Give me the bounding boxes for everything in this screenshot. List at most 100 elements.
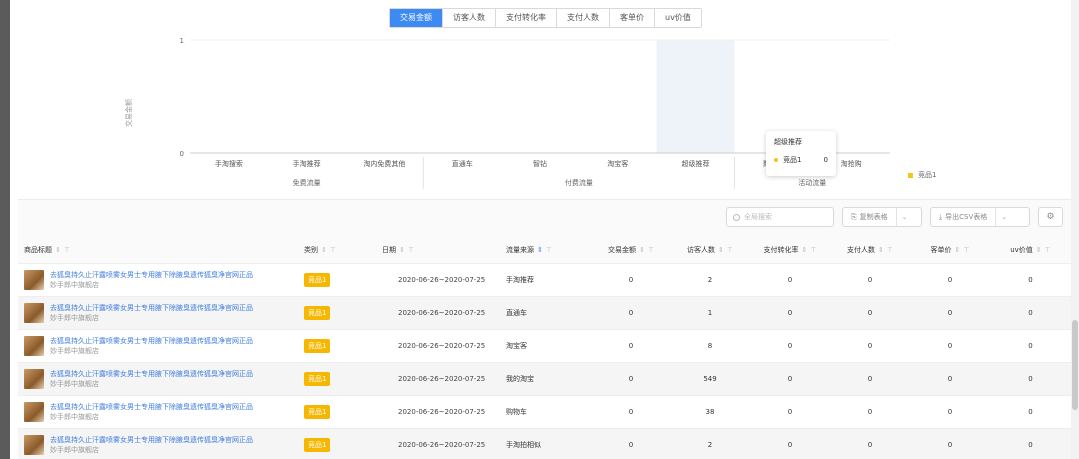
metric-tab-0[interactable]: 交易金额 (390, 9, 443, 27)
table-row[interactable]: 去狐臭持久止汗露喷雾女男士专用腋下除腋臭遗传狐臭净官网正品 妙手郎中旗舰店 竞品1 2… (18, 263, 1071, 297)
table-row[interactable]: 去狐臭持久止汗露喷雾女男士专用腋下除腋臭遗传狐臭净官网正品 妙手郎中旗舰店 竞品1 2… (18, 296, 1071, 330)
table-settings-button[interactable]: ⚙ (1038, 207, 1063, 227)
x-tick-label: 淘抢购 (841, 159, 862, 168)
global-search-input[interactable]: 全局搜索 (726, 207, 834, 227)
column-header[interactable]: 商品标题 ⇕ ⊤ (18, 238, 298, 264)
scrollbar-thumb[interactable] (1072, 320, 1078, 410)
uv-value-cell: 0 (990, 395, 1071, 429)
column-header[interactable]: 类别 ⇕ ⊤ (298, 238, 376, 264)
copy-table-label: 复制表格 (859, 213, 888, 221)
payers-cell: 0 (830, 428, 910, 459)
filter-icon[interactable]: ⊤ (887, 246, 893, 254)
aov-cell: 0 (910, 395, 990, 429)
table-row[interactable]: 去狐臭持久止汗露喷雾女男士专用腋下除腋臭遗传狐臭净官网正品 妙手郎中旗舰店 竞品1 2… (18, 362, 1071, 396)
aov-cell: 0 (910, 362, 990, 396)
filter-icon[interactable]: ⊤ (963, 246, 969, 254)
product-thumbnail (24, 368, 44, 389)
column-header[interactable]: 交易金额 ⇕ ⊤ (592, 238, 670, 264)
payers-cell: 0 (830, 362, 910, 396)
copy-table-button[interactable]: ⎘ 复制表格 ⌄ (842, 207, 922, 227)
filter-icon[interactable]: ⊤ (408, 246, 414, 254)
uv-value-cell: 0 (990, 329, 1071, 363)
sort-icon[interactable]: ⇕ (537, 246, 543, 254)
column-header[interactable]: 流量来源 ⇕ ⊤ (500, 238, 592, 264)
x-tick-label: 手淘搜索 (215, 159, 243, 168)
sort-icon[interactable]: ⇕ (55, 246, 61, 254)
metric-tab-5[interactable]: uv价值 (655, 9, 701, 27)
export-csv-button[interactable]: ⤓ 导出CSV表格 ⌄ (930, 207, 1030, 227)
left-edge-strip (0, 0, 10, 459)
chevron-down-icon[interactable]: ⌄ (897, 213, 913, 221)
column-header-label: 商品标题 (24, 246, 52, 255)
copy-icon: ⎘ (851, 212, 857, 221)
category-tag: 竞品1 (304, 272, 331, 287)
table-row[interactable]: 去狐臭持久止汗露喷雾女男士专用腋下除腋臭遗传狐臭净官网正品 妙手郎中旗舰店 竞品1 2… (18, 395, 1071, 429)
payers-cell: 0 (830, 395, 910, 429)
category-tag: 竞品1 (304, 338, 331, 353)
gear-icon: ⚙ (1046, 212, 1055, 222)
sort-icon[interactable]: ⇕ (321, 246, 327, 254)
sort-icon[interactable]: ⇕ (639, 246, 645, 254)
column-header-label: 支付转化率 (763, 246, 799, 255)
metric-tab-2[interactable]: 支付转化率 (496, 9, 557, 27)
column-header[interactable]: uv价值 ⇕ ⊤ (990, 238, 1071, 264)
table-row[interactable]: 去狐臭持久止汗露喷雾女男士专用腋下除腋臭遗传狐臭净官网正品 妙手郎中旗舰店 竞品1 2… (18, 329, 1071, 363)
download-icon: ⤓ (939, 212, 943, 221)
sort-icon[interactable]: ⇕ (878, 246, 884, 254)
vertical-scrollbar[interactable] (1071, 0, 1079, 459)
x-group-label: 免费流量 (293, 178, 321, 187)
column-header[interactable]: 支付转化率 ⇕ ⊤ (750, 238, 830, 264)
x-tick-label: 淘宝客 (607, 159, 628, 168)
filter-icon[interactable]: ⊤ (546, 246, 552, 254)
metric-tab-3[interactable]: 支付人数 (557, 9, 610, 27)
category-cell: 竞品1 (298, 329, 376, 363)
sort-icon[interactable]: ⇕ (399, 246, 405, 254)
product-title-link[interactable]: 去狐臭持久止汗露喷雾女男士专用腋下除腋臭遗传狐臭净官网正品 (50, 303, 253, 313)
column-header-label: 交易金额 (608, 246, 636, 255)
product-thumbnail (24, 335, 44, 356)
tooltip-title: 超级推荐 (774, 138, 802, 146)
visitors-cell: 1 (670, 296, 750, 330)
sort-icon[interactable]: ⇕ (1036, 246, 1042, 254)
product-title-link[interactable]: 去狐臭持久止汗露喷雾女男士专用腋下除腋臭遗传狐臭净官网正品 (50, 369, 253, 379)
traffic-source-cell: 购物车 (500, 395, 592, 429)
filter-icon[interactable]: ⊤ (1045, 246, 1051, 254)
conversion-cell: 0 (750, 428, 830, 459)
filter-icon[interactable]: ⊤ (64, 246, 70, 254)
amount-cell: 0 (592, 395, 670, 429)
product-title-link[interactable]: 去狐臭持久止汗露喷雾女男士专用腋下除腋臭遗传狐臭净官网正品 (50, 336, 253, 346)
product-title-link[interactable]: 去狐臭持久止汗露喷雾女男士专用腋下除腋臭遗传狐臭净官网正品 (50, 435, 253, 445)
metric-tab-4[interactable]: 客单价 (610, 9, 655, 27)
chart-legend-item[interactable]: 竞品1 (908, 170, 936, 180)
product-cell: 去狐臭持久止汗露喷雾女男士专用腋下除腋臭遗传狐臭净官网正品 妙手郎中旗舰店 (18, 362, 298, 396)
column-header[interactable]: 支付人数 ⇕ ⊤ (830, 238, 910, 264)
category-cell: 竞品1 (298, 362, 376, 396)
filter-icon[interactable]: ⊤ (810, 246, 816, 254)
product-cell: 去狐臭持久止汗露喷雾女男士专用腋下除腋臭遗传狐臭净官网正品 妙手郎中旗舰店 (18, 395, 298, 429)
metric-tab-1[interactable]: 访客人数 (443, 9, 496, 27)
product-title-link[interactable]: 去狐臭持久止汗露喷雾女男士专用腋下除腋臭遗传狐臭净官网正品 (50, 270, 253, 280)
sort-icon[interactable]: ⇕ (718, 246, 724, 254)
x-tick-label: 智钻 (533, 159, 547, 168)
filter-icon[interactable]: ⊤ (330, 246, 336, 254)
product-cell: 去狐臭持久止汗露喷雾女男士专用腋下除腋臭遗传狐臭净官网正品 妙手郎中旗舰店 (18, 263, 298, 297)
traffic-source-cell: 淘宝客 (500, 329, 592, 363)
sort-icon[interactable]: ⇕ (955, 246, 961, 254)
table-row[interactable]: 去狐臭持久止汗露喷雾女男士专用腋下除腋臭遗传狐臭净官网正品 妙手郎中旗舰店 竞品1 2… (18, 428, 1071, 459)
sort-icon[interactable]: ⇕ (802, 246, 808, 254)
product-title-link[interactable]: 去狐臭持久止汗露喷雾女男士专用腋下除腋臭遗传狐臭净官网正品 (50, 402, 253, 412)
column-header[interactable]: 日期 ⇕ ⊤ (376, 238, 500, 264)
legend-marker (908, 172, 913, 178)
visitors-cell: 549 (670, 362, 750, 396)
filter-icon[interactable]: ⊤ (727, 246, 733, 254)
data-table: 商品标题 ⇕ ⊤ 类别 ⇕ ⊤ 日期 ⇕ ⊤ 流量来源 ⇕ ⊤ 交易金额 ⇕ ⊤ 访客人数 ⇕ ⊤ 支付转化率 ⇕ ⊤ 支… (18, 238, 1071, 459)
uv-value-cell: 0 (990, 263, 1071, 297)
category-cell: 竞品1 (298, 296, 376, 330)
visitors-cell: 8 (670, 329, 750, 363)
filter-icon[interactable]: ⊤ (648, 246, 654, 254)
x-group-label: 活动流量 (798, 178, 826, 187)
column-header[interactable]: 访客人数 ⇕ ⊤ (670, 238, 750, 264)
search-icon (733, 213, 740, 221)
column-header[interactable]: 客单价 ⇕ ⊤ (910, 238, 990, 264)
chevron-down-icon[interactable]: ⌄ (996, 213, 1012, 221)
